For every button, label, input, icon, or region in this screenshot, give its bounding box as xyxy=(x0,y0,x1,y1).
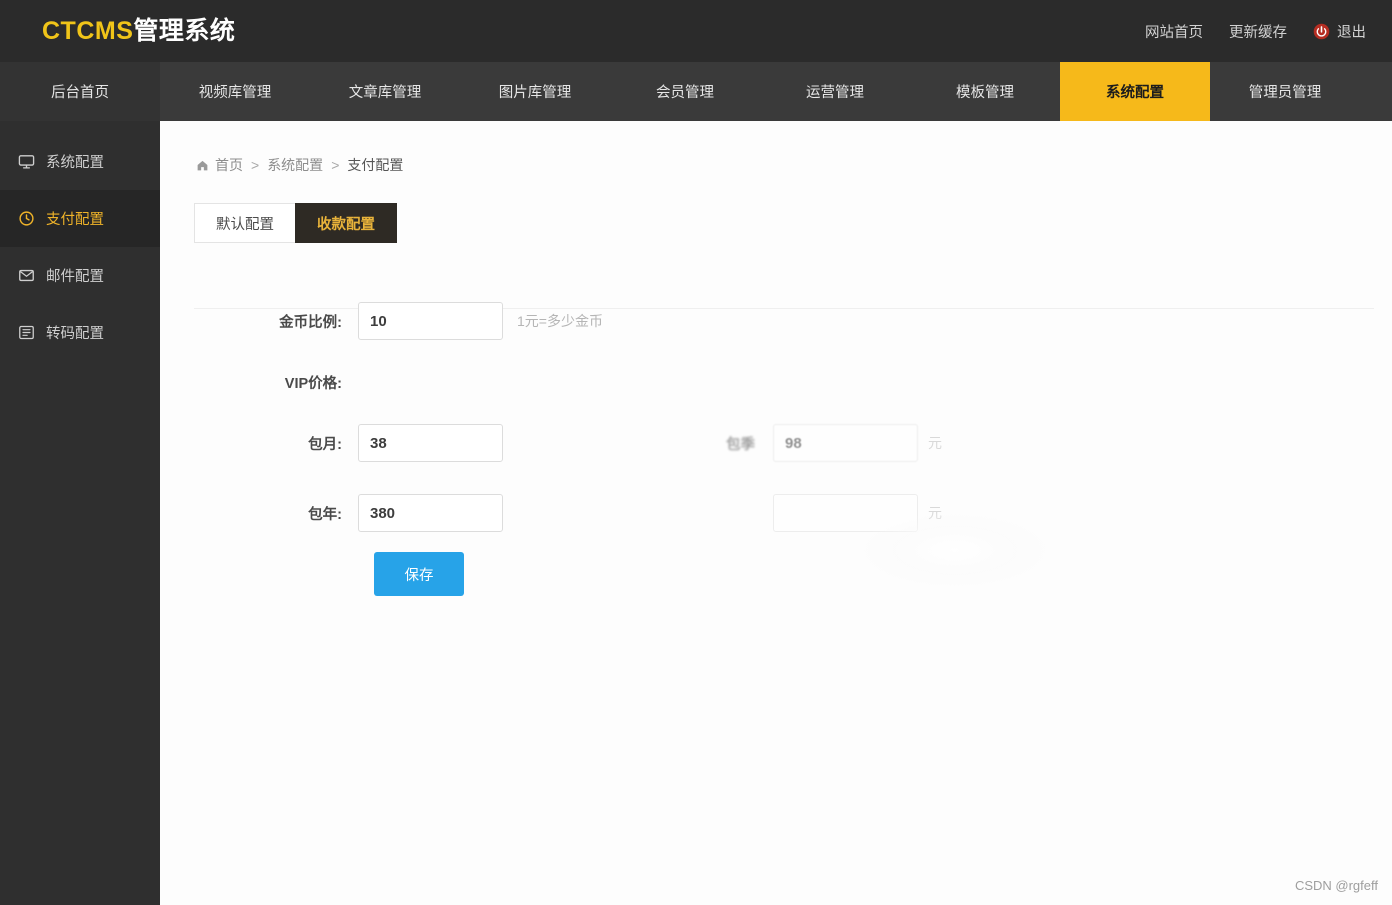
logo-text-en: CTCMS xyxy=(42,17,133,45)
tab-default-config[interactable]: 默认配置 xyxy=(194,203,296,243)
save-button[interactable]: 保存 xyxy=(374,552,464,596)
nav-label: 管理员管理 xyxy=(1249,81,1322,102)
config-tabs: 默认配置 收款配置 xyxy=(194,203,1392,243)
monthly-secondary-label: 包季 xyxy=(703,433,773,454)
breadcrumb-parent[interactable]: 系统配置 xyxy=(267,155,323,175)
app-window: CTCMS管理系统 网站首页 更新缓存 退出 后台首页 视频库管理 文章库管理 … xyxy=(0,0,1392,905)
form-row-vip-price-title: VIP价格: xyxy=(160,356,1392,408)
yearly-secondary-group: 元 xyxy=(703,494,942,532)
logout-button[interactable]: 退出 xyxy=(1313,21,1366,42)
yearly-secondary-unit: 元 xyxy=(928,503,942,523)
sidebar-item-transcode-config[interactable]: 转码配置 xyxy=(0,304,160,361)
monthly-price-input[interactable] xyxy=(358,424,503,462)
nav-item-member-management[interactable]: 会员管理 xyxy=(610,62,760,121)
monitor-icon xyxy=(18,153,35,170)
nav-label: 视频库管理 xyxy=(199,81,272,102)
monthly-secondary-input[interactable] xyxy=(773,424,918,462)
nav-item-template-management[interactable]: 模板管理 xyxy=(910,62,1060,121)
form-row-coin-ratio: 金币比例: 1元=多少金币 xyxy=(160,286,1392,356)
yearly-secondary-input[interactable] xyxy=(773,494,918,532)
monthly-label: 包月: xyxy=(270,433,358,454)
sidebar-item-label: 邮件配置 xyxy=(46,265,104,286)
breadcrumb-separator-1: > xyxy=(251,157,259,173)
nav-item-image-library[interactable]: 图片库管理 xyxy=(460,62,610,121)
main-navigation: 后台首页 视频库管理 文章库管理 图片库管理 会员管理 运营管理 模板管理 系统… xyxy=(0,62,1392,121)
sidebar-item-label: 支付配置 xyxy=(46,208,104,229)
vip-price-label: VIP价格: xyxy=(270,372,358,393)
logo-text-cn: 管理系统 xyxy=(133,17,235,45)
form-actions: 保存 xyxy=(160,552,1392,596)
nav-item-overflow[interactable]: 数 xyxy=(1360,62,1392,121)
coin-ratio-label: 金币比例: xyxy=(270,311,358,332)
power-icon xyxy=(1313,23,1330,40)
nav-item-system-config[interactable]: 系统配置 xyxy=(1060,62,1210,121)
nav-item-video-library[interactable]: 视频库管理 xyxy=(160,62,310,121)
yearly-price-input[interactable] xyxy=(358,494,503,532)
nav-label: 会员管理 xyxy=(656,81,714,102)
payment-circle-icon xyxy=(18,210,35,227)
envelope-icon xyxy=(18,267,35,284)
app-logo[interactable]: CTCMS管理系统 xyxy=(42,19,235,44)
content-area: 首页 > 系统配置 > 支付配置 默认配置 收款配置 金币比例: 1元=多少金币… xyxy=(160,121,1392,905)
sidebar: 系统配置 支付配置 邮件配置 转码配置 xyxy=(0,121,160,905)
nav-item-admin-management[interactable]: 管理员管理 xyxy=(1210,62,1360,121)
monthly-secondary-unit: 元 xyxy=(928,433,942,453)
watermark: CSDN @rgfeff xyxy=(1295,878,1378,893)
form-row-yearly: 包年: 元 xyxy=(160,478,1392,548)
sidebar-item-system-config[interactable]: 系统配置 xyxy=(0,133,160,190)
refresh-cache-link[interactable]: 更新缓存 xyxy=(1229,21,1287,42)
sidebar-item-email-config[interactable]: 邮件配置 xyxy=(0,247,160,304)
sidebar-item-payment-config[interactable]: 支付配置 xyxy=(0,190,160,247)
sidebar-item-label: 转码配置 xyxy=(46,322,104,343)
sidebar-item-label: 系统配置 xyxy=(46,151,104,172)
breadcrumb-separator-2: > xyxy=(331,157,339,173)
transcode-grid-icon xyxy=(18,324,35,341)
logout-label: 退出 xyxy=(1337,21,1366,42)
form-row-monthly: 包月: 包季 元 xyxy=(160,408,1392,478)
tab-label: 收款配置 xyxy=(317,213,375,234)
nav-label: 图片库管理 xyxy=(499,81,572,102)
nav-item-operations[interactable]: 运营管理 xyxy=(760,62,910,121)
nav-label: 文章库管理 xyxy=(349,81,422,102)
payment-config-form: 金币比例: 1元=多少金币 VIP价格: 包月: 包季 元 包年: xyxy=(160,286,1392,596)
nav-item-article-library[interactable]: 文章库管理 xyxy=(310,62,460,121)
breadcrumb-current: 支付配置 xyxy=(347,155,403,175)
yearly-label: 包年: xyxy=(270,503,358,524)
coin-ratio-input[interactable] xyxy=(358,302,503,340)
top-bar: CTCMS管理系统 网站首页 更新缓存 退出 xyxy=(0,0,1392,62)
site-home-link[interactable]: 网站首页 xyxy=(1145,21,1203,42)
nav-item-dashboard[interactable]: 后台首页 xyxy=(0,62,160,121)
nav-label: 后台首页 xyxy=(51,81,109,102)
nav-label: 运营管理 xyxy=(806,81,864,102)
tab-payment-receiving-config[interactable]: 收款配置 xyxy=(295,203,397,243)
monthly-secondary-group: 包季 元 xyxy=(703,424,942,462)
top-bar-actions: 网站首页 更新缓存 退出 xyxy=(1145,21,1366,42)
nav-label: 系统配置 xyxy=(1106,81,1164,102)
nav-label: 模板管理 xyxy=(956,81,1014,102)
breadcrumb: 首页 > 系统配置 > 支付配置 xyxy=(196,155,1392,175)
coin-ratio-hint: 1元=多少金币 xyxy=(517,311,603,331)
tab-label: 默认配置 xyxy=(216,213,274,234)
home-icon xyxy=(196,159,209,172)
breadcrumb-home[interactable]: 首页 xyxy=(215,155,243,175)
